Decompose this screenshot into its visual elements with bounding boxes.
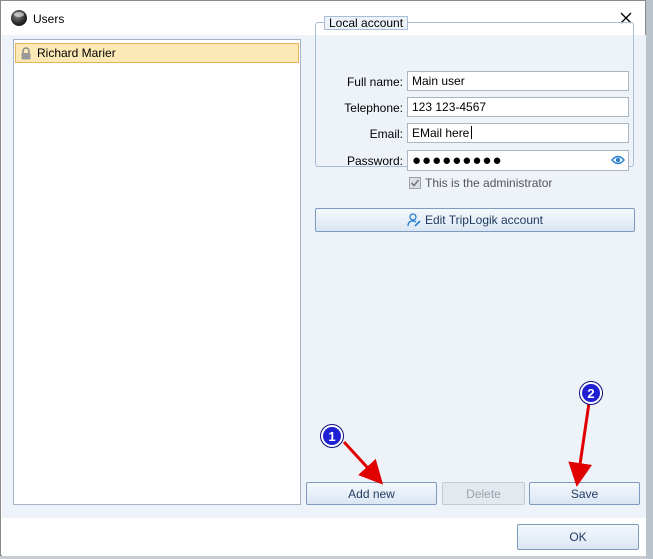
annotation-arrow-1 — [342, 440, 384, 485]
annotation-badge-1: 1 — [321, 425, 343, 447]
annotation-arrows — [342, 402, 593, 487]
annotation-arrow-2 — [568, 402, 593, 487]
annotation-badge-2: 2 — [580, 382, 602, 404]
